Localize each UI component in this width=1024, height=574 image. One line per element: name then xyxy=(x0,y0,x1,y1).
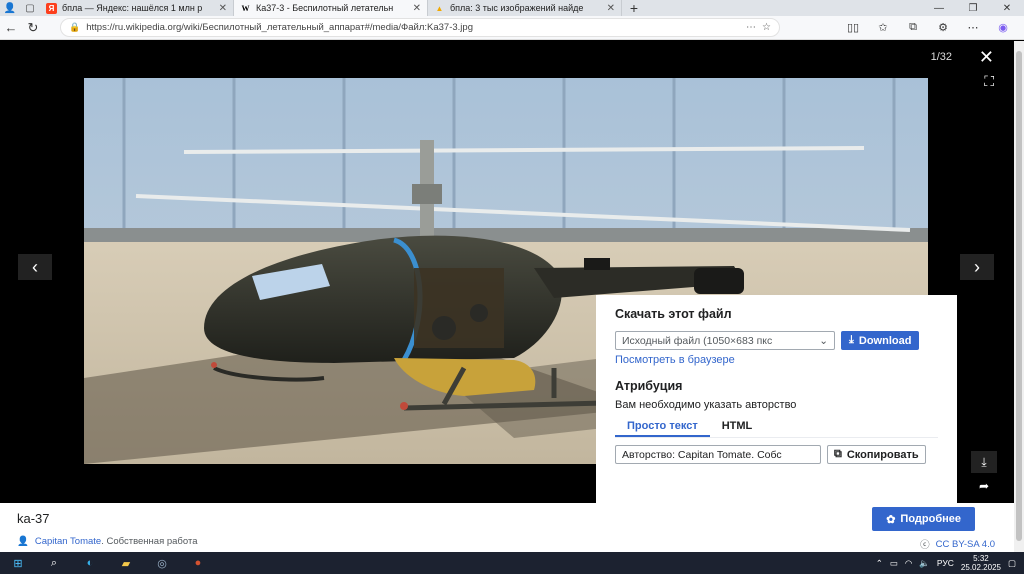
favorites-icon[interactable]: ✩ xyxy=(870,21,896,34)
browser-tab-title: бпла: 3 тыс изображений найде xyxy=(450,3,584,13)
close-tab-icon[interactable]: ✕ xyxy=(219,3,227,14)
close-viewer-icon[interactable]: ✕ xyxy=(979,47,994,68)
close-tab-icon[interactable]: ✕ xyxy=(413,3,421,14)
chevron-down-icon: ⌄ xyxy=(819,334,828,347)
share-icon[interactable]: ➦ xyxy=(971,475,997,497)
windows-start-icon[interactable]: ⊞ xyxy=(0,552,36,574)
file-size-select-value: Исходный файл (1050×683 пкс xyxy=(622,334,773,347)
collections-icon[interactable]: ⧉ xyxy=(900,21,926,34)
source-text: . Собственная работа xyxy=(101,536,198,547)
copilot-icon[interactable]: ◉ xyxy=(990,21,1016,34)
new-tab-button[interactable]: + xyxy=(622,0,646,16)
close-tab-icon[interactable]: ✕ xyxy=(607,3,615,14)
extensions-icon[interactable]: ⚙ xyxy=(930,21,956,34)
attribution-title: Атрибуция xyxy=(615,379,683,393)
media-viewer: 1/32 ✕ ⛶ ‹ › Скачать этот файл Исходный … xyxy=(0,41,1014,513)
copy-button[interactable]: ⧉ Скопировать xyxy=(827,445,926,464)
download-panel-title: Скачать этот файл xyxy=(615,307,732,321)
browser-tab-title: Ка37-3 - Беспилотный летательн xyxy=(256,3,394,13)
volume-icon[interactable]: 🔈 xyxy=(919,558,930,569)
next-image-button[interactable]: › xyxy=(960,254,994,280)
keyboard-language[interactable]: РУС xyxy=(937,558,954,568)
browser-tab-bar: 👤 ▢ Я бпла — Яндекс: нашёлся 1 млн р ✕ W… xyxy=(0,0,1024,16)
windows-taskbar: ⊞ ⌕ ◐ ▰ ◎ ● ⌃ ▭ ◠ 🔈 РУС 5:32 25.02.2025 … xyxy=(0,552,1024,574)
lock-icon[interactable]: 🔒 xyxy=(69,22,80,33)
back-icon[interactable]: ← xyxy=(0,20,22,35)
user-icon: 👤 xyxy=(17,536,29,547)
download-icon: ⤓ xyxy=(849,334,854,346)
copy-button-label: Скопировать xyxy=(846,448,919,461)
favorite-star-icon[interactable]: ☆ xyxy=(762,22,771,33)
window-controls: — ❐ ✕ xyxy=(922,3,1024,14)
minimize-icon[interactable]: — xyxy=(922,3,956,14)
more-details-button[interactable]: ✿ Подробнее xyxy=(872,507,975,531)
image-search-favicon-icon: ▲ xyxy=(435,3,444,13)
previous-image-button[interactable]: ‹ xyxy=(18,254,52,280)
close-window-icon[interactable]: ✕ xyxy=(990,3,1024,14)
url-text[interactable]: https://ru.wikipedia.org/wiki/Беспилотны… xyxy=(86,22,740,33)
image-caption: ka-37 xyxy=(17,511,50,526)
refresh-icon[interactable]: ↻ xyxy=(22,20,44,36)
download-panel: Скачать этот файл Исходный файл (1050×68… xyxy=(596,295,957,513)
page-scrollbar[interactable] xyxy=(1014,41,1024,552)
edge-browser-icon[interactable]: ◐ xyxy=(72,552,108,574)
image-counter: 1/32 xyxy=(930,51,952,63)
profile-icon[interactable]: 👤 xyxy=(0,0,20,16)
file-explorer-icon[interactable]: ▰ xyxy=(108,552,144,574)
powerpoint-icon[interactable]: ● xyxy=(180,552,216,574)
restore-icon[interactable]: ❐ xyxy=(956,3,990,14)
more-details-label: Подробнее xyxy=(900,513,961,525)
license-link[interactable]: CC BY-SA 4.0 xyxy=(936,539,995,550)
browser-tab-1[interactable]: Я бпла — Яндекс: нашёлся 1 млн р ✕ xyxy=(40,0,234,16)
split-screen-icon[interactable]: ▯▯ xyxy=(840,21,866,34)
clock-date: 25.02.2025 xyxy=(960,563,1001,572)
media-footer: ka-37 ✿ Подробнее 👤 Capitan Tomate. Собс… xyxy=(0,503,1014,552)
steam-icon[interactable]: ◎ xyxy=(144,552,180,574)
attribution-format-tabs: Просто текст HTML xyxy=(615,417,938,438)
author-line: 👤 Capitan Tomate. Собственная работа xyxy=(17,536,197,547)
tab-html[interactable]: HTML xyxy=(710,417,765,437)
system-tray: ⌃ ▭ ◠ 🔈 РУС 5:32 25.02.2025 ▢ xyxy=(876,554,1024,572)
browser-tab-3[interactable]: ▲ бпла: 3 тыс изображений найде ✕ xyxy=(428,0,622,16)
view-in-browser-link[interactable]: Посмотреть в браузере xyxy=(615,354,938,366)
browser-tab-title: бпла — Яндекс: нашёлся 1 млн р xyxy=(62,3,203,13)
monitor-icon[interactable]: ▭ xyxy=(890,558,898,569)
search-icon[interactable]: ⌕ xyxy=(36,552,72,574)
network-icon[interactable]: ◠ xyxy=(905,558,912,569)
download-side-icon[interactable]: ⤓ xyxy=(971,451,997,473)
wikipedia-favicon-icon: W xyxy=(241,3,250,13)
clock-time: 5:32 xyxy=(973,554,989,563)
yandex-favicon-icon: Я xyxy=(46,2,57,14)
tab-actions-icon[interactable]: ▢ xyxy=(20,0,40,16)
scrollbar-thumb[interactable] xyxy=(1016,51,1022,541)
author-link[interactable]: Capitan Tomate xyxy=(35,536,101,547)
tab-plain-text[interactable]: Просто текст xyxy=(615,417,710,437)
notifications-icon[interactable]: ▢ xyxy=(1008,558,1016,569)
reader-icon[interactable]: ⋯ xyxy=(746,22,756,33)
more-menu-icon[interactable]: ⋯ xyxy=(960,21,986,34)
license-line: ⓒ CC BY-SA 4.0 xyxy=(920,537,995,552)
cc-icon: ⓒ xyxy=(920,540,930,551)
tray-chevron-icon[interactable]: ⌃ xyxy=(876,558,883,569)
download-button-label: Download xyxy=(858,334,912,347)
wikimedia-icon: ✿ xyxy=(886,513,896,526)
file-size-select[interactable]: Исходный файл (1050×683 пкс ⌄ xyxy=(615,331,835,350)
attribution-note: Вам необходимо указать авторство xyxy=(615,399,797,411)
download-button[interactable]: ⤓ Download xyxy=(841,331,920,350)
address-bar[interactable]: 🔒 https://ru.wikipedia.org/wiki/Беспилот… xyxy=(60,18,780,37)
browser-tools: ▯▯ ✩ ⧉ ⚙ ⋯ ◉ xyxy=(840,21,1024,34)
browser-toolbar: ← ↻ 🔒 https://ru.wikipedia.org/wiki/Бесп… xyxy=(0,16,1024,40)
attribution-text-field[interactable]: Авторство: Capitan Tomate. Собс xyxy=(615,445,821,464)
attribution-row: Авторство: Capitan Tomate. Собс ⧉ Скопир… xyxy=(615,445,938,464)
download-row: Исходный файл (1050×683 пкс ⌄ ⤓ Download xyxy=(615,331,938,350)
clock[interactable]: 5:32 25.02.2025 xyxy=(961,554,1001,572)
copy-icon: ⧉ xyxy=(834,448,842,460)
fullscreen-icon[interactable]: ⛶ xyxy=(984,73,994,90)
browser-tab-2[interactable]: W Ка37-3 - Беспилотный летательн ✕ xyxy=(234,0,428,16)
